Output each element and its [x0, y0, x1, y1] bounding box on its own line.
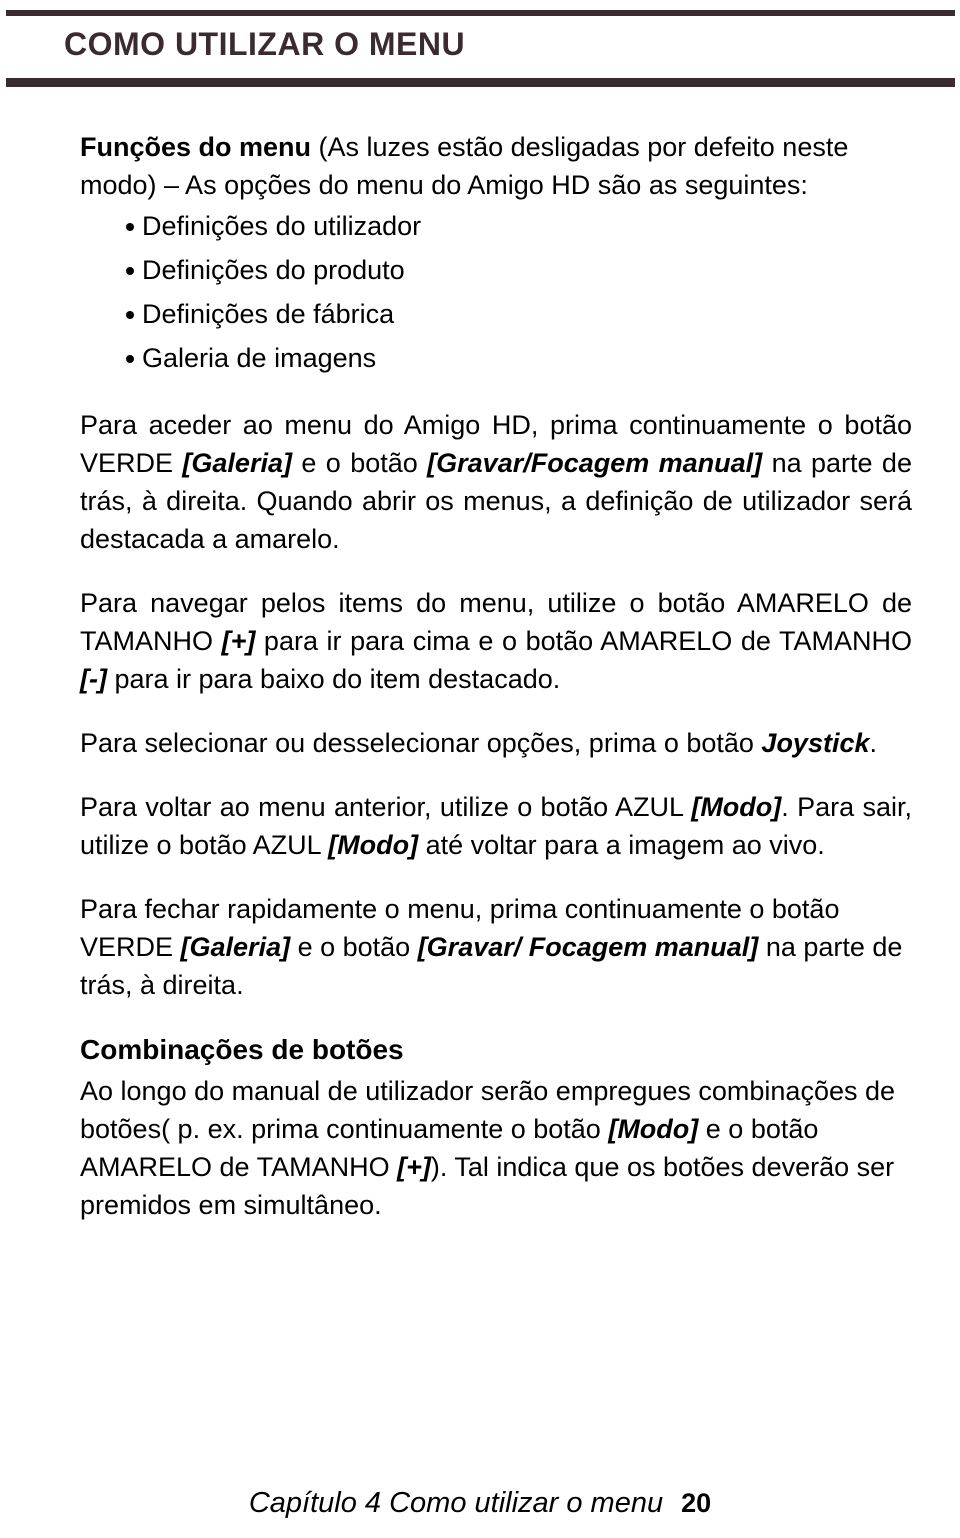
list-item: Definições do produto [80, 248, 912, 292]
navigate-text-3: para ir para baixo do item destacado. [106, 664, 561, 694]
button-gravar-focagem-label: [Gravar/Focagem manual] [427, 448, 763, 478]
access-text-2: e o botão [291, 448, 428, 478]
select-text-1: Para selecionar ou desselecionar opções,… [80, 728, 762, 758]
close-text-2: e o botão [290, 932, 418, 962]
button-galeria-label-2: [Galeria] [180, 932, 291, 962]
navigate-menu-paragraph: Para navegar pelos items do menu, utiliz… [80, 584, 912, 698]
button-joystick-label: Joystick [761, 728, 870, 758]
button-modo-label: [Modo] [691, 792, 782, 822]
select-text-2: . [869, 728, 878, 758]
bullet-icon [126, 355, 134, 363]
menu-option-label: Definições do utilizador [142, 211, 422, 241]
button-modo-label-3: [Modo] [608, 1114, 699, 1144]
access-menu-paragraph: Para aceder ao menu do Amigo HD, prima c… [80, 406, 912, 558]
header-rule-bottom [6, 78, 955, 87]
back-exit-text-3: até voltar para a imagem ao vivo. [418, 830, 825, 860]
back-exit-text-1: Para voltar ao menu anterior, utilize o … [80, 792, 692, 822]
page-header: COMO UTILIZAR O MENU [0, 0, 960, 96]
button-gravar-focagem-label-2: [Gravar/ Focagem manual] [417, 932, 759, 962]
menu-option-label: Galeria de imagens [142, 343, 377, 373]
page-title: COMO UTILIZAR O MENU [64, 26, 466, 62]
menu-option-label: Definições do produto [142, 255, 405, 285]
button-size-minus-label: [-] [80, 664, 107, 694]
footer-page-number: 20 [681, 1488, 712, 1518]
list-item: Definições de fábrica [80, 292, 912, 336]
close-menu-paragraph: Para fechar rapidamente o menu, prima co… [80, 890, 912, 1004]
combinations-paragraph: Ao longo do manual de utilizador serão e… [80, 1072, 912, 1224]
header-rule-top [6, 10, 955, 16]
select-options-paragraph: Para selecionar ou desselecionar opções,… [80, 724, 912, 762]
button-size-plus-label-2: [+] [397, 1152, 431, 1182]
button-modo-label-2: [Modo] [328, 830, 419, 860]
navigate-text-2: para ir para cima e o botão AMARELO de T… [255, 626, 912, 656]
bullet-icon [126, 311, 134, 319]
button-size-plus-label: [+] [221, 626, 256, 656]
page-content: Funções do menu (As luzes estão desligad… [80, 128, 912, 1250]
intro-paragraph: Funções do menu (As luzes estão desligad… [80, 128, 912, 204]
bullet-icon [126, 267, 134, 275]
footer-chapter-label: Capítulo 4 Como utilizar o menu [248, 1487, 664, 1519]
menu-option-label: Definições de fábrica [142, 299, 395, 329]
bullet-icon [126, 223, 134, 231]
list-item: Galeria de imagens [80, 336, 912, 380]
button-galeria-label: [Galeria] [182, 448, 292, 478]
menu-options-list: Definições do utilizador Definições do p… [80, 204, 912, 380]
page-footer: Capítulo 4 Como utilizar o menu 20 [0, 1487, 960, 1520]
list-item: Definições do utilizador [80, 204, 912, 248]
back-exit-paragraph: Para voltar ao menu anterior, utilize o … [80, 788, 912, 864]
combinations-heading: Combinações de botões [80, 1034, 404, 1065]
intro-lead-bold: Funções do menu [80, 132, 312, 162]
